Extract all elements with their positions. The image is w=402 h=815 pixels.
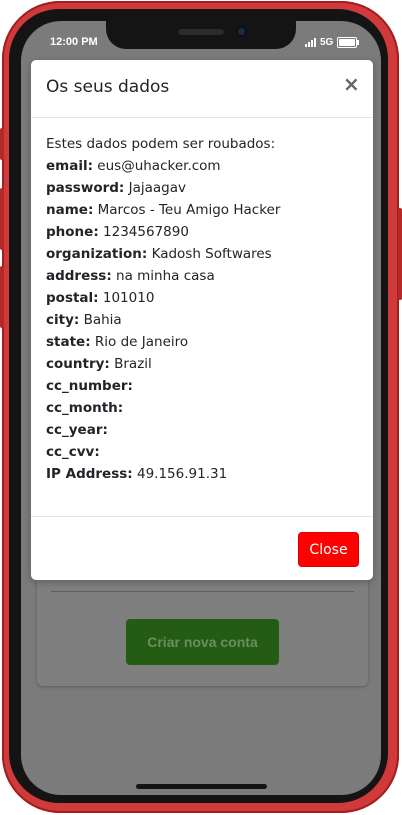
field-state: state: Rio de Janeiro [46, 331, 361, 353]
field-cc-cvv: cc_cvv: [46, 441, 361, 463]
field-city: city: Bahia [46, 309, 361, 331]
modal-title: Os seus dados [46, 77, 170, 97]
field-country: country: Brazil [46, 353, 361, 375]
side-button-left-2 [0, 188, 4, 250]
field-cc-year: cc_year: [46, 419, 361, 441]
phone-notch [106, 21, 296, 49]
field-value: Kadosh Softwares [151, 246, 272, 262]
field-label: name: [46, 202, 94, 218]
status-indicators: 5G [305, 37, 360, 48]
field-name: name: Marcos - Teu Amigo Hacker [46, 199, 361, 221]
field-label: cc_month: [46, 400, 124, 416]
network-label: 5G [320, 37, 334, 48]
modal-intro: Estes dados podem ser roubados: [46, 136, 276, 152]
field-label: cc_year: [46, 422, 108, 438]
field-value: 1234567890 [103, 224, 189, 240]
side-button-left-3 [0, 266, 4, 328]
field-value: Marcos - Teu Amigo Hacker [97, 202, 281, 218]
close-button[interactable]: Close [298, 532, 359, 567]
field-cc-month: cc_month: [46, 397, 361, 419]
field-label: postal: [46, 290, 99, 306]
side-button-right [398, 208, 402, 300]
field-label: cc_number: [46, 378, 133, 394]
close-icon[interactable]: × [343, 74, 360, 94]
field-value: 101010 [102, 290, 155, 306]
user-data-modal: Os seus dados × Estes dados podem ser ro… [31, 60, 373, 580]
field-phone: phone: 1234567890 [46, 221, 361, 243]
field-address: address: na minha casa [46, 265, 361, 287]
modal-footer: Close [31, 516, 373, 580]
field-value: Jajaagav [128, 180, 186, 196]
field-value: Brazil [114, 356, 152, 372]
field-value: na minha casa [116, 268, 215, 284]
field-cc-number: cc_number: [46, 375, 361, 397]
field-postal: postal: 101010 [46, 287, 361, 309]
signal-icon [305, 38, 316, 47]
field-label: cc_cvv: [46, 444, 100, 460]
field-ip-address: IP Address: 49.156.91.31 [46, 463, 361, 485]
field-label: city: [46, 312, 80, 328]
field-label: phone: [46, 224, 99, 240]
battery-icon [337, 37, 360, 48]
field-value: Bahia [83, 312, 122, 328]
field-label: email: [46, 158, 93, 174]
field-organization: organization: Kadosh Softwares [46, 243, 361, 265]
front-camera [236, 26, 247, 37]
field-value: 49.156.91.31 [136, 466, 228, 482]
field-label: IP Address: [46, 466, 133, 482]
field-label: password: [46, 180, 125, 196]
field-value: Rio de Janeiro [94, 334, 189, 350]
field-password: password: Jajaagav [46, 177, 361, 199]
home-indicator[interactable] [136, 784, 267, 789]
field-label: address: [46, 268, 112, 284]
speaker-grille [178, 29, 224, 35]
create-account-button[interactable]: Criar nova conta [126, 619, 279, 665]
field-value: eus@uhacker.com [97, 158, 221, 174]
modal-body: Estes dados podem ser roubados: email: e… [46, 133, 361, 485]
side-button-left-1 [0, 128, 4, 160]
background-divider [51, 591, 354, 592]
modal-header: Os seus dados × [31, 60, 373, 118]
field-label: country: [46, 356, 110, 372]
field-email: email: eus@uhacker.com [46, 155, 361, 177]
field-label: state: [46, 334, 91, 350]
field-label: organization: [46, 246, 148, 262]
status-time: 12:00 PM [50, 36, 98, 48]
